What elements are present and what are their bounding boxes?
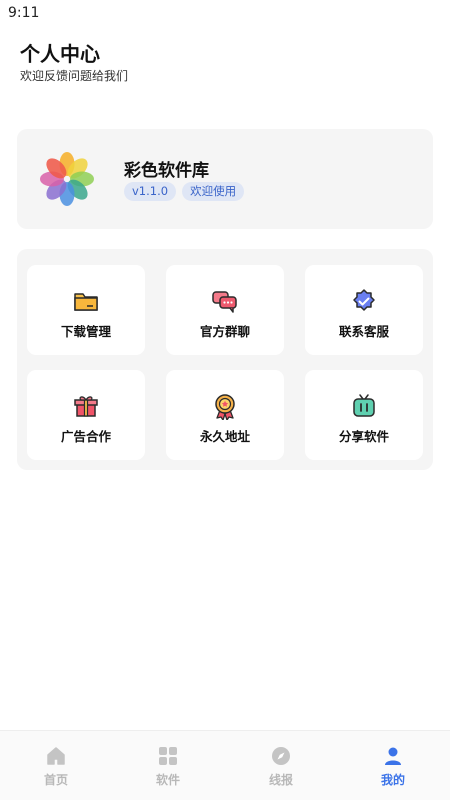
tile-label: 广告合作: [60, 429, 111, 444]
person-icon: [385, 747, 401, 765]
tile-label: 官方群聊: [199, 324, 250, 339]
tile-download-manager[interactable]: 下载管理: [27, 265, 145, 355]
app-badges: v1.1.0 欢迎使用: [124, 182, 245, 201]
tile-label: 永久地址: [199, 429, 250, 444]
chat-bubbles-icon: [212, 291, 237, 313]
tile-official-group[interactable]: 官方群聊: [166, 265, 284, 355]
feature-grid: 下载管理 官方群聊 联系客服 广告合作 永久地址 分享软件: [17, 249, 433, 470]
folder-icon: [74, 293, 98, 311]
tile-contact-support[interactable]: 联系客服: [305, 265, 423, 355]
status-time: 9:11: [8, 5, 40, 21]
tile-label: 联系客服: [338, 324, 389, 339]
nav-label: 软件: [155, 773, 180, 787]
tv-icon: [353, 394, 375, 417]
app-name: 彩色软件库: [124, 161, 209, 181]
status-bar: 9:11: [0, 0, 450, 26]
nav-item-deals[interactable]: 线报: [225, 731, 337, 800]
home-icon: [47, 747, 65, 765]
nav-label: 线报: [268, 773, 293, 787]
tile-label: 分享软件: [338, 429, 389, 444]
nav-item-software[interactable]: 软件: [112, 731, 224, 800]
grid-icon: [159, 747, 177, 765]
tile-permanent-address[interactable]: 永久地址: [166, 370, 284, 460]
medal-icon: [215, 394, 235, 420]
app-info-card[interactable]: 彩色软件库 v1.1.0 欢迎使用: [17, 129, 433, 229]
nav-label: 首页: [43, 773, 68, 787]
page-subtitle: 欢迎反馈问题给我们: [20, 69, 129, 83]
tile-share-app[interactable]: 分享软件: [305, 370, 423, 460]
version-badge: v1.1.0: [124, 182, 177, 201]
nav-item-mine[interactable]: 我的: [337, 731, 449, 800]
page-title: 个人中心: [20, 42, 100, 66]
tile-label: 下载管理: [60, 324, 111, 339]
tile-ad-cooperation[interactable]: 广告合作: [27, 370, 145, 460]
gift-icon: [74, 396, 98, 417]
verified-badge-icon: [353, 289, 375, 311]
bottom-navigation: 首页 软件 线报 我的: [0, 730, 450, 800]
compass-icon: [272, 747, 290, 765]
nav-label: 我的: [380, 773, 405, 787]
nav-item-home[interactable]: 首页: [0, 731, 112, 800]
colorful-petal-logo-icon: [40, 152, 94, 206]
welcome-badge: 欢迎使用: [182, 182, 245, 201]
page-header: 个人中心 欢迎反馈问题给我们: [20, 40, 128, 84]
